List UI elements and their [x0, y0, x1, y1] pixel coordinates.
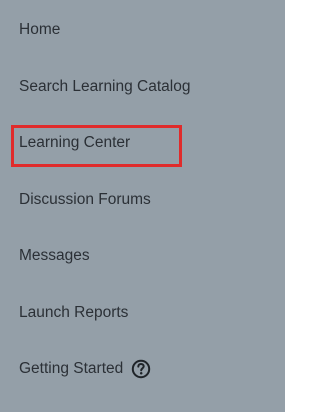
nav-item-label: Launch Reports	[19, 304, 129, 321]
nav-item-getting-started[interactable]: Getting Started	[19, 354, 151, 384]
nav-item-label: Messages	[19, 247, 90, 264]
nav-item-messages[interactable]: Messages	[19, 241, 90, 271]
nav-item-learning-center[interactable]: Learning Center	[19, 128, 130, 158]
help-circle-icon[interactable]	[131, 359, 151, 379]
nav-item-home[interactable]: Home	[19, 15, 60, 45]
nav-item-label: Getting Started	[19, 360, 124, 377]
nav-item-label: Discussion Forums	[19, 191, 151, 208]
nav-item-label: Home	[19, 21, 61, 38]
nav-item-launch-reports[interactable]: Launch Reports	[19, 298, 128, 328]
nav-item-label: Search Learning Catalog	[19, 78, 191, 95]
navigation-panel: Home Search Learning Catalog Learning Ce…	[0, 0, 285, 412]
nav-item-discussion-forums[interactable]: Discussion Forums	[19, 185, 151, 215]
nav-item-label: Learning Center	[19, 134, 131, 151]
nav-item-search-learning-catalog[interactable]: Search Learning Catalog	[19, 72, 190, 102]
